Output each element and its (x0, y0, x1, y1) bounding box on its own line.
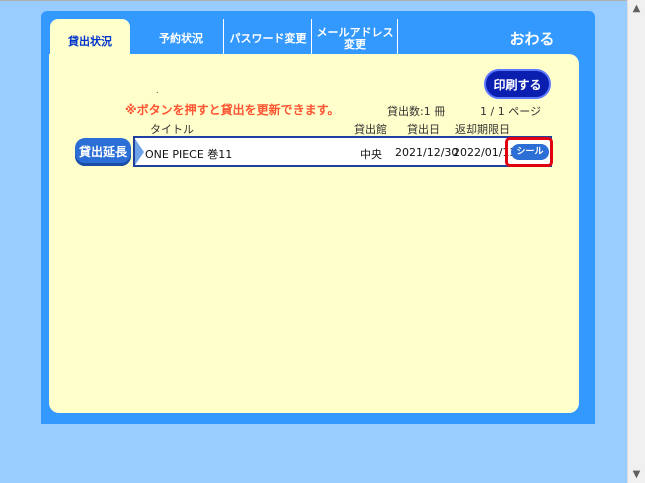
tab-divider (397, 19, 398, 57)
tab-password-change[interactable]: パスワード変更 (225, 19, 311, 59)
dot-marker: . (156, 86, 159, 95)
header-loan-date: 貸出日 (407, 123, 440, 136)
tab-password-label: パスワード変更 (229, 32, 307, 45)
tab-loan-status-label: 貸出状況 (68, 35, 112, 48)
notice-text: ※ボタンを押すと貸出を更新できます。 (125, 103, 340, 117)
tab-email-label-line2: 変更 (344, 38, 366, 51)
scroll-down-icon[interactable]: ▼ (628, 466, 645, 483)
scroll-up-icon[interactable]: ▲ (628, 0, 645, 17)
header-due-date: 返却期限日 (455, 123, 510, 136)
seal-button[interactable]: シール (511, 144, 549, 160)
tab-logout[interactable]: おわる (496, 19, 568, 59)
table-row: ONE PIECE 巻11 中央 2021/12/30 2022/01/13 シ… (133, 136, 552, 167)
loan-date: 2021/12/30 (395, 146, 459, 159)
page-indicator: 1 / 1 ページ (480, 105, 541, 118)
tab-divider (223, 19, 224, 57)
window-top-border (0, 0, 628, 1)
vertical-scrollbar[interactable]: ▲ ▼ (627, 0, 645, 483)
header-library: 貸出館 (354, 123, 387, 136)
tab-logout-label: おわる (509, 30, 555, 48)
row-arrow-icon (135, 139, 144, 165)
tab-reservation-label: 予約状況 (159, 32, 203, 45)
tab-reservation-status[interactable]: 予約状況 (141, 19, 221, 59)
print-button[interactable]: 印刷する (484, 69, 551, 99)
tab-email-change[interactable]: メールアドレス 変更 (313, 19, 397, 59)
loan-title: ONE PIECE 巻11 (145, 148, 233, 161)
tab-divider (311, 19, 312, 57)
extend-loan-button[interactable]: 貸出延長 (75, 138, 131, 166)
due-date: 2022/01/13 (453, 146, 517, 159)
loan-library: 中央 (360, 148, 382, 161)
loan-count: 貸出数:1 冊 (387, 105, 446, 118)
header-title: タイトル (150, 123, 194, 136)
